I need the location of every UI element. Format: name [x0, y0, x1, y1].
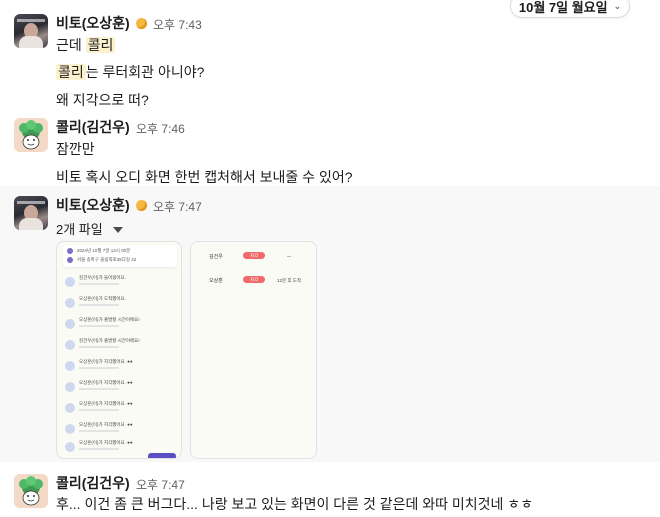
screenshot-list-item: 김건우(이)가 들어왔어요. [63, 272, 175, 292]
author-name[interactable]: 비토(오상훈) [56, 195, 147, 215]
calendar-icon [67, 248, 73, 254]
image-attachment[interactable]: 김건우 지각 오상훈 지각 12분 후 도착 [190, 241, 317, 459]
screenshot-list-item: 오상훈(이)가 지각했어요. ●● [63, 419, 175, 439]
message-timestamp[interactable]: 오후 7:47 [153, 198, 202, 215]
author-name-text: 비토(오상훈) [56, 15, 130, 31]
screenshot-button [148, 453, 176, 458]
screenshot-list-item: 오상훈(이)가 지각했어요. ●● [63, 377, 175, 397]
screenshot-list-item: 오상훈(이)가 지각했어요. ●● [63, 398, 175, 418]
message-text: 후... 이건 좀 큰 버그다... 나랑 보고 있는 화면이 다른 것 같은데… [56, 496, 534, 512]
message-timestamp[interactable]: 오후 7:46 [136, 120, 185, 137]
files-toggle[interactable]: 2개 파일 [56, 219, 123, 238]
avatar[interactable] [14, 474, 48, 508]
screenshot-list-item: 김건우(이)가 출발할 시간이에요! [63, 335, 175, 355]
avatar[interactable] [14, 14, 48, 48]
message-text: 잠깐만 [56, 141, 95, 157]
message-text: 콜리 는 루터회관 아니야? [56, 62, 204, 82]
mention-highlight: 콜리 [85, 37, 116, 53]
avatar[interactable] [14, 118, 48, 152]
message-text: 근데 콜리 [56, 35, 116, 55]
message-text: 왜 지각으로 떠? [56, 92, 149, 108]
screenshot-list-item: 오상훈(이)가 도착했어요. [63, 293, 175, 313]
message-timestamp[interactable]: 오후 7:47 [136, 476, 185, 493]
mention-highlight: 콜리 [56, 64, 86, 80]
author-name-text: 비토(오상훈) [56, 197, 130, 213]
screenshot-badge: 지각 [243, 276, 265, 283]
caret-down-icon [112, 226, 123, 233]
image-attachment[interactable]: 2024년 10월 7일 13시 00분 서울 송파구 올림픽로35다길 42 … [56, 241, 182, 459]
author-name[interactable]: 콜리(김건우) [56, 117, 130, 137]
screenshot-header-card: 2024년 10월 7일 13시 00분 서울 송파구 올림픽로35다길 42 [63, 245, 177, 267]
text-fragment: 는 루터회관 아니야? [85, 64, 205, 80]
message-text: 비토 혹시 오디 화면 한번 캡처해서 보내줄 수 있어? [56, 169, 353, 185]
message-timestamp[interactable]: 오후 7:43 [153, 16, 202, 33]
screenshot-text: 서울 송파구 올림픽로35다길 42 [77, 257, 137, 262]
status-emoji-icon [135, 17, 147, 29]
author-name[interactable]: 비토(오상훈) [56, 13, 147, 33]
date-divider-label: 10월 7일 월요일 [518, 0, 608, 15]
avatar[interactable] [14, 196, 48, 230]
files-count-label: 2개 파일 [56, 222, 103, 237]
screenshot-badge: 지각 [243, 252, 265, 259]
screenshot-list-item: 오상훈(이)가 출발할 시간이에요! [63, 314, 175, 334]
chevron-down-icon: ⌄ [613, 0, 622, 11]
date-divider-button[interactable]: 10월 7일 월요일 ⌄ [510, 0, 630, 18]
screenshot-text: 2024년 10월 7일 13시 00분 [77, 248, 131, 253]
location-icon [67, 257, 73, 263]
screenshot-text: 12분 후 도착 [277, 278, 302, 283]
status-emoji-icon [135, 199, 147, 211]
screenshot-list-item: 오상훈(이)가 지각했어요. ●● [63, 356, 175, 376]
screenshot-text: 김건우 [209, 254, 223, 260]
screenshot-text: 오상훈 [209, 278, 223, 284]
text-fragment: 근데 [56, 37, 86, 53]
screenshot-placeholder [287, 256, 291, 257]
author-name[interactable]: 콜리(김건우) [56, 473, 130, 493]
